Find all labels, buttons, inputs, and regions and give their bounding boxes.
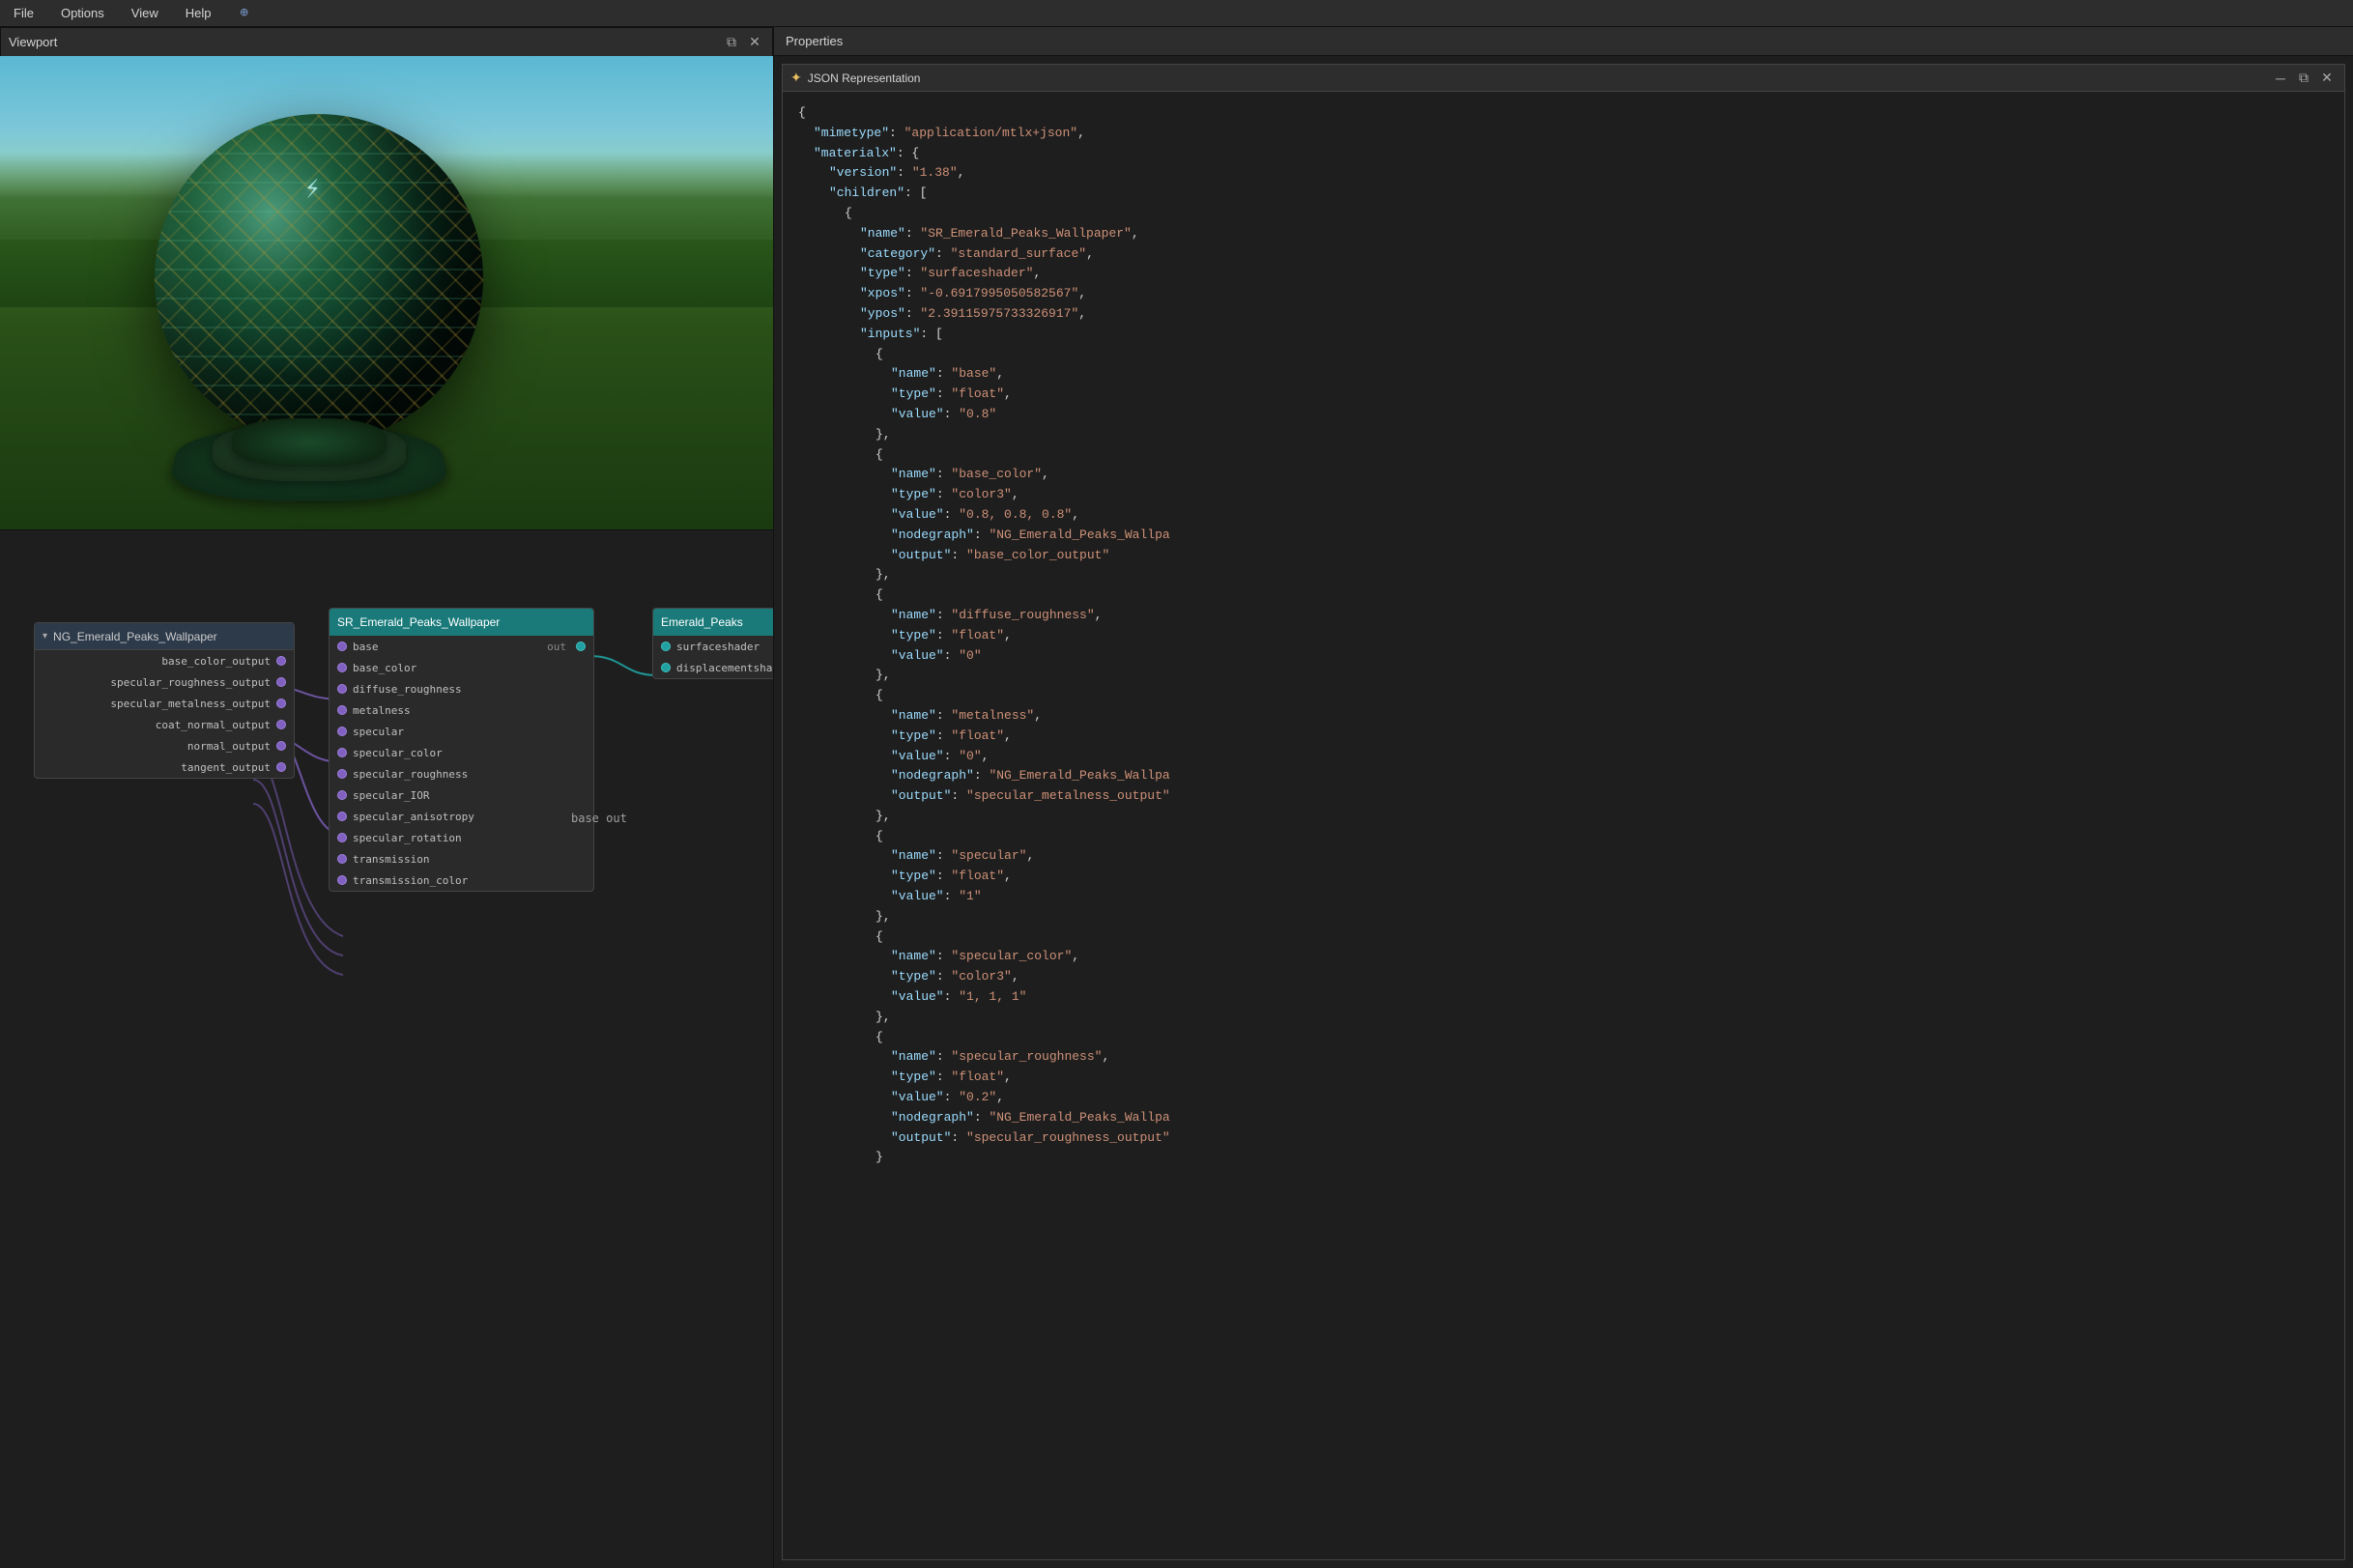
viewport-close-btn[interactable]: ✕ xyxy=(745,33,764,52)
ball-base xyxy=(174,423,445,520)
dot-displacement-input[interactable] xyxy=(661,663,671,672)
properties-titlebar: Properties xyxy=(774,27,2353,56)
port-normal-output: normal_output xyxy=(35,735,294,756)
ball-container: ⚡ xyxy=(126,114,531,520)
node-ng-emerald-header: ▾ NG_Emerald_Peaks_Wallpaper xyxy=(35,623,294,650)
port-specular-rotation: specular_rotation xyxy=(330,827,593,848)
port-specular-anisotropy: specular_anisotropy xyxy=(330,806,593,827)
port-specular-color: specular_color xyxy=(330,742,593,763)
port-transmission-color: transmission_color xyxy=(330,870,593,891)
json-maximize-btn[interactable]: ⧉ xyxy=(2294,69,2313,88)
dot-coat-normal-output[interactable] xyxy=(276,720,286,729)
menu-options[interactable]: Options xyxy=(55,4,110,22)
menu-bar: File Options View Help ⊕ xyxy=(0,0,2353,27)
port-displacementshac: displacementshac xyxy=(653,657,773,678)
dot-base-input[interactable] xyxy=(337,641,347,651)
dot-specular-ior-input[interactable] xyxy=(337,790,347,800)
port-tangent-output: tangent_output xyxy=(35,756,294,778)
node-emerald-peaks-title: Emerald_Peaks xyxy=(661,615,743,629)
viewport-window: Viewport ⧉ ✕ ⚡ xyxy=(0,27,773,529)
json-title-left: ✦ JSON Representation xyxy=(790,70,920,86)
viewport-title: Viewport xyxy=(9,35,57,49)
node-ng-emerald[interactable]: ▾ NG_Emerald_Peaks_Wallpaper base_color_… xyxy=(34,622,295,779)
base-out-label: base out xyxy=(571,812,627,825)
base-piece-3 xyxy=(232,418,387,467)
json-content[interactable]: { "mimetype": "application/mtlx+json", "… xyxy=(783,92,2344,1559)
collapse-btn[interactable]: ▾ xyxy=(43,631,47,641)
dot-transmission-input[interactable] xyxy=(337,854,347,864)
menu-file[interactable]: File xyxy=(8,4,40,22)
lightning-effect: ⚡ xyxy=(301,171,324,207)
json-icon: ✦ xyxy=(790,70,802,86)
viewport-titlebar: Viewport ⧉ ✕ xyxy=(0,27,773,56)
node-emerald-peaks-header: Emerald_Peaks xyxy=(653,609,773,636)
json-close-btn[interactable]: ✕ xyxy=(2317,69,2337,88)
json-window-controls: ─ ⧉ ✕ xyxy=(2271,69,2337,88)
properties-title: Properties xyxy=(786,34,843,48)
dot-surfaceshader-input[interactable] xyxy=(661,641,671,651)
dot-diffuse-rough-input[interactable] xyxy=(337,684,347,694)
dot-base-color-input[interactable] xyxy=(337,663,347,672)
port-base-color-output: base_color_output xyxy=(35,650,294,671)
dot-base-color-output[interactable] xyxy=(276,656,286,666)
port-base: base out xyxy=(330,636,593,657)
nav-icon: ⊕ xyxy=(240,5,247,21)
material-sphere: ⚡ xyxy=(155,114,483,442)
viewport-canvas: ⚡ xyxy=(0,56,773,529)
dot-metalness-input[interactable] xyxy=(337,705,347,715)
viewport-maximize-btn[interactable]: ⧉ xyxy=(722,33,741,52)
menu-help[interactable]: Help xyxy=(180,4,217,22)
node-emerald-peaks[interactable]: Emerald_Peaks surfaceshader displacement… xyxy=(652,608,773,679)
node-ng-emerald-title: NG_Emerald_Peaks_Wallpaper xyxy=(53,630,217,643)
port-transmission: transmission xyxy=(330,848,593,870)
node-sr-emerald-title: SR_Emerald_Peaks_Wallpaper xyxy=(337,615,500,629)
dot-spec-rough-output[interactable] xyxy=(276,677,286,687)
dot-trans-color-input[interactable] xyxy=(337,875,347,885)
port-diffuse-roughness: diffuse_roughness xyxy=(330,678,593,699)
port-spec-rough-output: specular_roughness_output xyxy=(35,671,294,693)
dot-specular-input[interactable] xyxy=(337,727,347,736)
port-specular-ior: specular_IOR xyxy=(330,784,593,806)
dot-out-output[interactable] xyxy=(576,641,586,651)
port-spec-metal-output: specular_metalness_output xyxy=(35,693,294,714)
port-base-color: base_color xyxy=(330,657,593,678)
node-sr-emerald[interactable]: SR_Emerald_Peaks_Wallpaper base out base… xyxy=(329,608,594,892)
port-coat-normal-output: coat_normal_output xyxy=(35,714,294,735)
dot-specular-color-input[interactable] xyxy=(337,748,347,757)
dot-specular-aniso-input[interactable] xyxy=(337,812,347,821)
left-panel: Viewport ⧉ ✕ ⚡ xyxy=(0,27,773,1568)
dot-specular-roughness-input[interactable] xyxy=(337,769,347,779)
port-specular: specular xyxy=(330,721,593,742)
json-minimize-btn[interactable]: ─ xyxy=(2271,69,2290,88)
port-specular-roughness: specular_roughness xyxy=(330,763,593,784)
viewport-controls: ⧉ ✕ xyxy=(722,33,764,52)
dot-spec-metal-output[interactable] xyxy=(276,698,286,708)
node-graph[interactable]: ▾ NG_Emerald_Peaks_Wallpaper base_color_… xyxy=(0,529,773,1568)
dot-specular-rot-input[interactable] xyxy=(337,833,347,842)
port-surfaceshader: surfaceshader xyxy=(653,636,773,657)
json-titlebar: ✦ JSON Representation ─ ⧉ ✕ xyxy=(783,65,2344,92)
port-metalness: metalness xyxy=(330,699,593,721)
dot-tangent-output[interactable] xyxy=(276,762,286,772)
node-sr-emerald-header: SR_Emerald_Peaks_Wallpaper xyxy=(330,609,593,636)
menu-view[interactable]: View xyxy=(126,4,164,22)
right-panel: Properties ✦ JSON Representation ─ ⧉ ✕ {… xyxy=(773,27,2353,1568)
json-window: ✦ JSON Representation ─ ⧉ ✕ { "mimetype"… xyxy=(782,64,2345,1560)
dot-normal-output[interactable] xyxy=(276,741,286,751)
main-layout: Viewport ⧉ ✕ ⚡ xyxy=(0,27,2353,1568)
json-window-title: JSON Representation xyxy=(808,71,921,85)
